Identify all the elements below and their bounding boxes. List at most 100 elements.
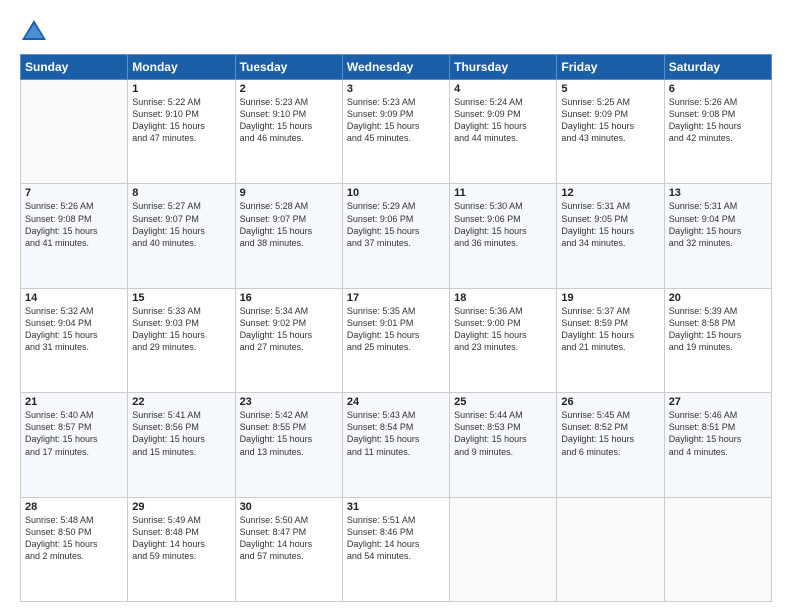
calendar-cell: 29Sunrise: 5:49 AMSunset: 8:48 PMDayligh… [128,497,235,601]
day-number: 6 [669,83,767,95]
day-number: 19 [561,292,659,304]
day-info: Sunrise: 5:45 AMSunset: 8:52 PMDaylight:… [561,409,659,458]
calendar-cell: 23Sunrise: 5:42 AMSunset: 8:55 PMDayligh… [235,393,342,497]
day-number: 4 [454,83,552,95]
calendar-week-3: 14Sunrise: 5:32 AMSunset: 9:04 PMDayligh… [21,288,772,392]
day-info: Sunrise: 5:50 AMSunset: 8:47 PMDaylight:… [240,514,338,563]
day-info: Sunrise: 5:26 AMSunset: 9:08 PMDaylight:… [669,96,767,145]
day-info: Sunrise: 5:41 AMSunset: 8:56 PMDaylight:… [132,409,230,458]
calendar-header-sunday: Sunday [21,55,128,80]
calendar-cell: 7Sunrise: 5:26 AMSunset: 9:08 PMDaylight… [21,184,128,288]
calendar-cell: 30Sunrise: 5:50 AMSunset: 8:47 PMDayligh… [235,497,342,601]
day-number: 8 [132,187,230,199]
day-number: 24 [347,396,445,408]
calendar-cell: 3Sunrise: 5:23 AMSunset: 9:09 PMDaylight… [342,80,449,184]
calendar-cell: 13Sunrise: 5:31 AMSunset: 9:04 PMDayligh… [664,184,771,288]
day-number: 17 [347,292,445,304]
calendar-cell: 10Sunrise: 5:29 AMSunset: 9:06 PMDayligh… [342,184,449,288]
calendar-header-friday: Friday [557,55,664,80]
calendar-cell: 19Sunrise: 5:37 AMSunset: 8:59 PMDayligh… [557,288,664,392]
calendar-cell: 11Sunrise: 5:30 AMSunset: 9:06 PMDayligh… [450,184,557,288]
day-info: Sunrise: 5:28 AMSunset: 9:07 PMDaylight:… [240,200,338,249]
calendar-cell: 8Sunrise: 5:27 AMSunset: 9:07 PMDaylight… [128,184,235,288]
calendar-week-4: 21Sunrise: 5:40 AMSunset: 8:57 PMDayligh… [21,393,772,497]
day-info: Sunrise: 5:39 AMSunset: 8:58 PMDaylight:… [669,305,767,354]
day-info: Sunrise: 5:29 AMSunset: 9:06 PMDaylight:… [347,200,445,249]
day-info: Sunrise: 5:42 AMSunset: 8:55 PMDaylight:… [240,409,338,458]
calendar-week-5: 28Sunrise: 5:48 AMSunset: 8:50 PMDayligh… [21,497,772,601]
logo-icon [20,18,48,46]
day-info: Sunrise: 5:31 AMSunset: 9:05 PMDaylight:… [561,200,659,249]
calendar-header-tuesday: Tuesday [235,55,342,80]
day-info: Sunrise: 5:24 AMSunset: 9:09 PMDaylight:… [454,96,552,145]
day-info: Sunrise: 5:49 AMSunset: 8:48 PMDaylight:… [132,514,230,563]
calendar-cell: 15Sunrise: 5:33 AMSunset: 9:03 PMDayligh… [128,288,235,392]
day-info: Sunrise: 5:25 AMSunset: 9:09 PMDaylight:… [561,96,659,145]
calendar-cell: 2Sunrise: 5:23 AMSunset: 9:10 PMDaylight… [235,80,342,184]
day-number: 5 [561,83,659,95]
day-number: 12 [561,187,659,199]
calendar-cell: 17Sunrise: 5:35 AMSunset: 9:01 PMDayligh… [342,288,449,392]
day-info: Sunrise: 5:31 AMSunset: 9:04 PMDaylight:… [669,200,767,249]
day-number: 11 [454,187,552,199]
day-info: Sunrise: 5:33 AMSunset: 9:03 PMDaylight:… [132,305,230,354]
calendar-cell: 22Sunrise: 5:41 AMSunset: 8:56 PMDayligh… [128,393,235,497]
day-number: 27 [669,396,767,408]
day-info: Sunrise: 5:36 AMSunset: 9:00 PMDaylight:… [454,305,552,354]
day-info: Sunrise: 5:35 AMSunset: 9:01 PMDaylight:… [347,305,445,354]
day-number: 30 [240,501,338,513]
calendar-header-row: SundayMondayTuesdayWednesdayThursdayFrid… [21,55,772,80]
day-number: 25 [454,396,552,408]
day-number: 14 [25,292,123,304]
calendar-cell: 1Sunrise: 5:22 AMSunset: 9:10 PMDaylight… [128,80,235,184]
day-number: 10 [347,187,445,199]
day-number: 29 [132,501,230,513]
day-number: 18 [454,292,552,304]
calendar-cell: 12Sunrise: 5:31 AMSunset: 9:05 PMDayligh… [557,184,664,288]
calendar-table: SundayMondayTuesdayWednesdayThursdayFrid… [20,54,772,602]
day-info: Sunrise: 5:23 AMSunset: 9:10 PMDaylight:… [240,96,338,145]
page: SundayMondayTuesdayWednesdayThursdayFrid… [0,0,792,612]
calendar-cell [450,497,557,601]
calendar-cell: 18Sunrise: 5:36 AMSunset: 9:00 PMDayligh… [450,288,557,392]
day-number: 23 [240,396,338,408]
day-info: Sunrise: 5:51 AMSunset: 8:46 PMDaylight:… [347,514,445,563]
day-number: 9 [240,187,338,199]
day-info: Sunrise: 5:40 AMSunset: 8:57 PMDaylight:… [25,409,123,458]
day-info: Sunrise: 5:44 AMSunset: 8:53 PMDaylight:… [454,409,552,458]
calendar-header-monday: Monday [128,55,235,80]
header [20,18,772,46]
calendar-header-saturday: Saturday [664,55,771,80]
day-number: 26 [561,396,659,408]
day-number: 1 [132,83,230,95]
calendar-cell: 28Sunrise: 5:48 AMSunset: 8:50 PMDayligh… [21,497,128,601]
calendar-header-thursday: Thursday [450,55,557,80]
day-info: Sunrise: 5:30 AMSunset: 9:06 PMDaylight:… [454,200,552,249]
calendar-cell [557,497,664,601]
calendar-header-wednesday: Wednesday [342,55,449,80]
calendar-cell: 16Sunrise: 5:34 AMSunset: 9:02 PMDayligh… [235,288,342,392]
calendar-cell: 25Sunrise: 5:44 AMSunset: 8:53 PMDayligh… [450,393,557,497]
day-info: Sunrise: 5:23 AMSunset: 9:09 PMDaylight:… [347,96,445,145]
day-info: Sunrise: 5:48 AMSunset: 8:50 PMDaylight:… [25,514,123,563]
day-number: 7 [25,187,123,199]
day-number: 21 [25,396,123,408]
calendar-cell [21,80,128,184]
calendar-cell [664,497,771,601]
day-info: Sunrise: 5:46 AMSunset: 8:51 PMDaylight:… [669,409,767,458]
day-info: Sunrise: 5:34 AMSunset: 9:02 PMDaylight:… [240,305,338,354]
calendar-cell: 20Sunrise: 5:39 AMSunset: 8:58 PMDayligh… [664,288,771,392]
day-number: 28 [25,501,123,513]
calendar-cell: 24Sunrise: 5:43 AMSunset: 8:54 PMDayligh… [342,393,449,497]
day-info: Sunrise: 5:26 AMSunset: 9:08 PMDaylight:… [25,200,123,249]
calendar-week-2: 7Sunrise: 5:26 AMSunset: 9:08 PMDaylight… [21,184,772,288]
calendar-cell: 9Sunrise: 5:28 AMSunset: 9:07 PMDaylight… [235,184,342,288]
day-info: Sunrise: 5:22 AMSunset: 9:10 PMDaylight:… [132,96,230,145]
day-number: 22 [132,396,230,408]
calendar-cell: 21Sunrise: 5:40 AMSunset: 8:57 PMDayligh… [21,393,128,497]
calendar-cell: 5Sunrise: 5:25 AMSunset: 9:09 PMDaylight… [557,80,664,184]
day-number: 3 [347,83,445,95]
calendar-cell: 6Sunrise: 5:26 AMSunset: 9:08 PMDaylight… [664,80,771,184]
day-number: 20 [669,292,767,304]
day-number: 13 [669,187,767,199]
